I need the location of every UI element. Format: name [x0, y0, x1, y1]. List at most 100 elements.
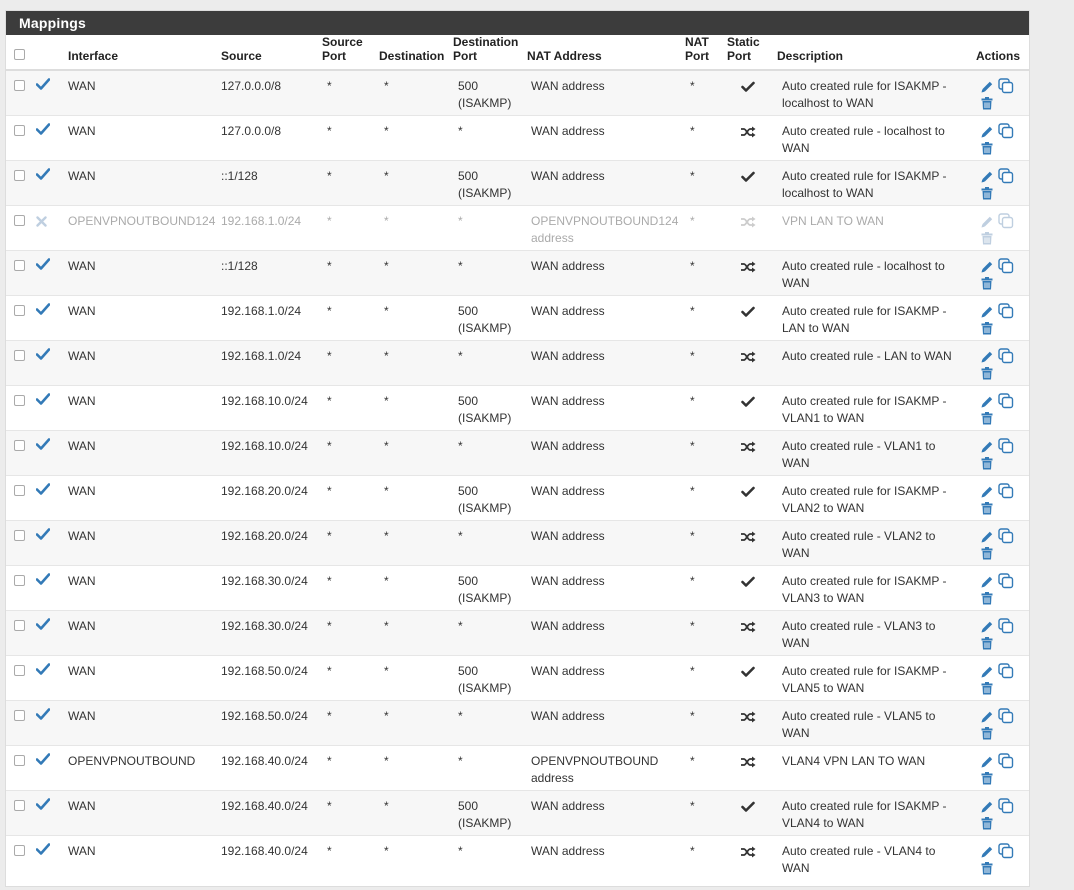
- row-checkbox[interactable]: [14, 799, 25, 811]
- pencil-icon[interactable]: [980, 305, 998, 321]
- header-nat-port[interactable]: NAT Port: [685, 35, 727, 71]
- table-row[interactable]: WAN 192.168.40.0/24 * * * WAN address * …: [6, 834, 1029, 880]
- check-icon[interactable]: [35, 707, 51, 725]
- row-checkbox[interactable]: [14, 664, 25, 676]
- header-source[interactable]: Source: [216, 35, 322, 71]
- check-icon[interactable]: [35, 527, 51, 545]
- clone-icon[interactable]: [998, 257, 1016, 274]
- clone-icon[interactable]: [998, 617, 1016, 634]
- trash-icon[interactable]: [981, 681, 999, 698]
- pencil-icon[interactable]: [980, 665, 998, 681]
- check-icon[interactable]: [35, 572, 51, 590]
- clone-icon[interactable]: [998, 527, 1016, 544]
- table-row[interactable]: WAN 192.168.1.0/24 * * 500 (ISAKMP) WAN …: [6, 294, 1029, 340]
- table-row[interactable]: WAN ::1/128 * * * WAN address * Auto cre…: [6, 249, 1029, 295]
- table-row[interactable]: WAN 192.168.30.0/24 * * * WAN address * …: [6, 609, 1029, 655]
- pencil-icon[interactable]: [980, 395, 998, 411]
- header-description[interactable]: Description: [777, 35, 976, 71]
- select-all-checkbox[interactable]: [14, 49, 25, 60]
- pencil-icon[interactable]: [980, 845, 998, 861]
- check-icon[interactable]: [35, 257, 51, 275]
- table-row[interactable]: WAN ::1/128 * * 500 (ISAKMP) WAN address…: [6, 159, 1029, 205]
- row-checkbox[interactable]: [14, 124, 25, 136]
- pencil-icon[interactable]: [980, 260, 998, 276]
- clone-icon[interactable]: [998, 347, 1016, 364]
- clone-icon[interactable]: [998, 167, 1016, 184]
- header-source-port[interactable]: Source Port: [322, 35, 379, 71]
- row-checkbox[interactable]: [14, 754, 25, 766]
- check-icon[interactable]: [35, 662, 51, 680]
- check-icon[interactable]: [35, 78, 51, 95]
- pencil-icon[interactable]: [980, 350, 998, 366]
- header-destination[interactable]: Destination: [379, 35, 453, 71]
- times-icon[interactable]: [36, 215, 47, 232]
- trash-icon[interactable]: [981, 771, 999, 788]
- row-checkbox[interactable]: [14, 484, 25, 496]
- check-icon[interactable]: [35, 392, 51, 410]
- check-icon[interactable]: [35, 842, 51, 860]
- check-icon[interactable]: [35, 797, 51, 815]
- pencil-icon[interactable]: [980, 125, 998, 141]
- row-checkbox[interactable]: [14, 529, 25, 541]
- pencil-icon[interactable]: [980, 575, 998, 591]
- header-nat-address[interactable]: NAT Address: [527, 35, 685, 71]
- check-icon[interactable]: [35, 302, 51, 320]
- clone-icon[interactable]: [998, 392, 1016, 409]
- row-checkbox[interactable]: [14, 619, 25, 631]
- pencil-icon[interactable]: [980, 170, 998, 186]
- clone-icon[interactable]: [998, 212, 1016, 229]
- trash-icon[interactable]: [981, 861, 999, 878]
- trash-icon[interactable]: [981, 276, 999, 293]
- trash-icon[interactable]: [981, 411, 999, 428]
- pencil-icon[interactable]: [980, 80, 998, 96]
- trash-icon[interactable]: [981, 321, 999, 338]
- trash-icon[interactable]: [981, 186, 999, 203]
- clone-icon[interactable]: [998, 122, 1016, 139]
- header-destination-port[interactable]: Destination Port: [453, 35, 527, 71]
- header-static-port[interactable]: Static Port: [727, 35, 777, 71]
- check-icon[interactable]: [35, 437, 51, 455]
- row-checkbox[interactable]: [14, 80, 25, 91]
- table-row[interactable]: OPENVPNOUTBOUND124 192.168.1.0/24 * * * …: [6, 204, 1029, 250]
- trash-icon[interactable]: [981, 456, 999, 473]
- header-interface[interactable]: Interface: [58, 35, 216, 71]
- trash-icon[interactable]: [981, 546, 999, 563]
- table-row[interactable]: WAN 192.168.40.0/24 * * 500 (ISAKMP) WAN…: [6, 789, 1029, 835]
- trash-icon[interactable]: [981, 97, 999, 113]
- pencil-icon[interactable]: [980, 485, 998, 501]
- pencil-icon[interactable]: [980, 620, 998, 636]
- check-icon[interactable]: [35, 347, 51, 365]
- pencil-icon[interactable]: [980, 215, 998, 231]
- trash-icon[interactable]: [981, 366, 999, 383]
- trash-icon[interactable]: [981, 816, 999, 833]
- row-checkbox[interactable]: [14, 394, 25, 406]
- pencil-icon[interactable]: [980, 800, 998, 816]
- table-row[interactable]: WAN 192.168.10.0/24 * * 500 (ISAKMP) WAN…: [6, 384, 1029, 430]
- clone-icon[interactable]: [998, 752, 1016, 769]
- row-checkbox[interactable]: [14, 709, 25, 721]
- trash-icon[interactable]: [981, 501, 999, 518]
- table-row[interactable]: WAN 192.168.20.0/24 * * * WAN address * …: [6, 519, 1029, 565]
- pencil-icon[interactable]: [980, 440, 998, 456]
- table-row[interactable]: WAN 127.0.0.0/8 * * 500 (ISAKMP) WAN add…: [6, 69, 1029, 115]
- row-checkbox[interactable]: [14, 259, 25, 271]
- row-checkbox[interactable]: [14, 214, 25, 226]
- clone-icon[interactable]: [998, 707, 1016, 724]
- check-icon[interactable]: [35, 122, 51, 140]
- trash-icon[interactable]: [981, 141, 999, 158]
- clone-icon[interactable]: [998, 842, 1016, 859]
- table-row[interactable]: WAN 192.168.30.0/24 * * 500 (ISAKMP) WAN…: [6, 564, 1029, 610]
- pencil-icon[interactable]: [980, 530, 998, 546]
- row-checkbox[interactable]: [14, 349, 25, 361]
- check-icon[interactable]: [35, 752, 51, 770]
- table-row[interactable]: WAN 192.168.50.0/24 * * 500 (ISAKMP) WAN…: [6, 654, 1029, 700]
- pencil-icon[interactable]: [980, 710, 998, 726]
- table-row[interactable]: OPENVPNOUTBOUND 192.168.40.0/24 * * * OP…: [6, 744, 1029, 790]
- clone-icon[interactable]: [998, 437, 1016, 454]
- table-row[interactable]: WAN 192.168.20.0/24 * * 500 (ISAKMP) WAN…: [6, 474, 1029, 520]
- table-row[interactable]: WAN 127.0.0.0/8 * * * WAN address * Auto…: [6, 114, 1029, 160]
- row-checkbox[interactable]: [14, 439, 25, 451]
- clone-icon[interactable]: [998, 482, 1016, 499]
- row-checkbox[interactable]: [14, 844, 25, 856]
- trash-icon[interactable]: [981, 231, 999, 248]
